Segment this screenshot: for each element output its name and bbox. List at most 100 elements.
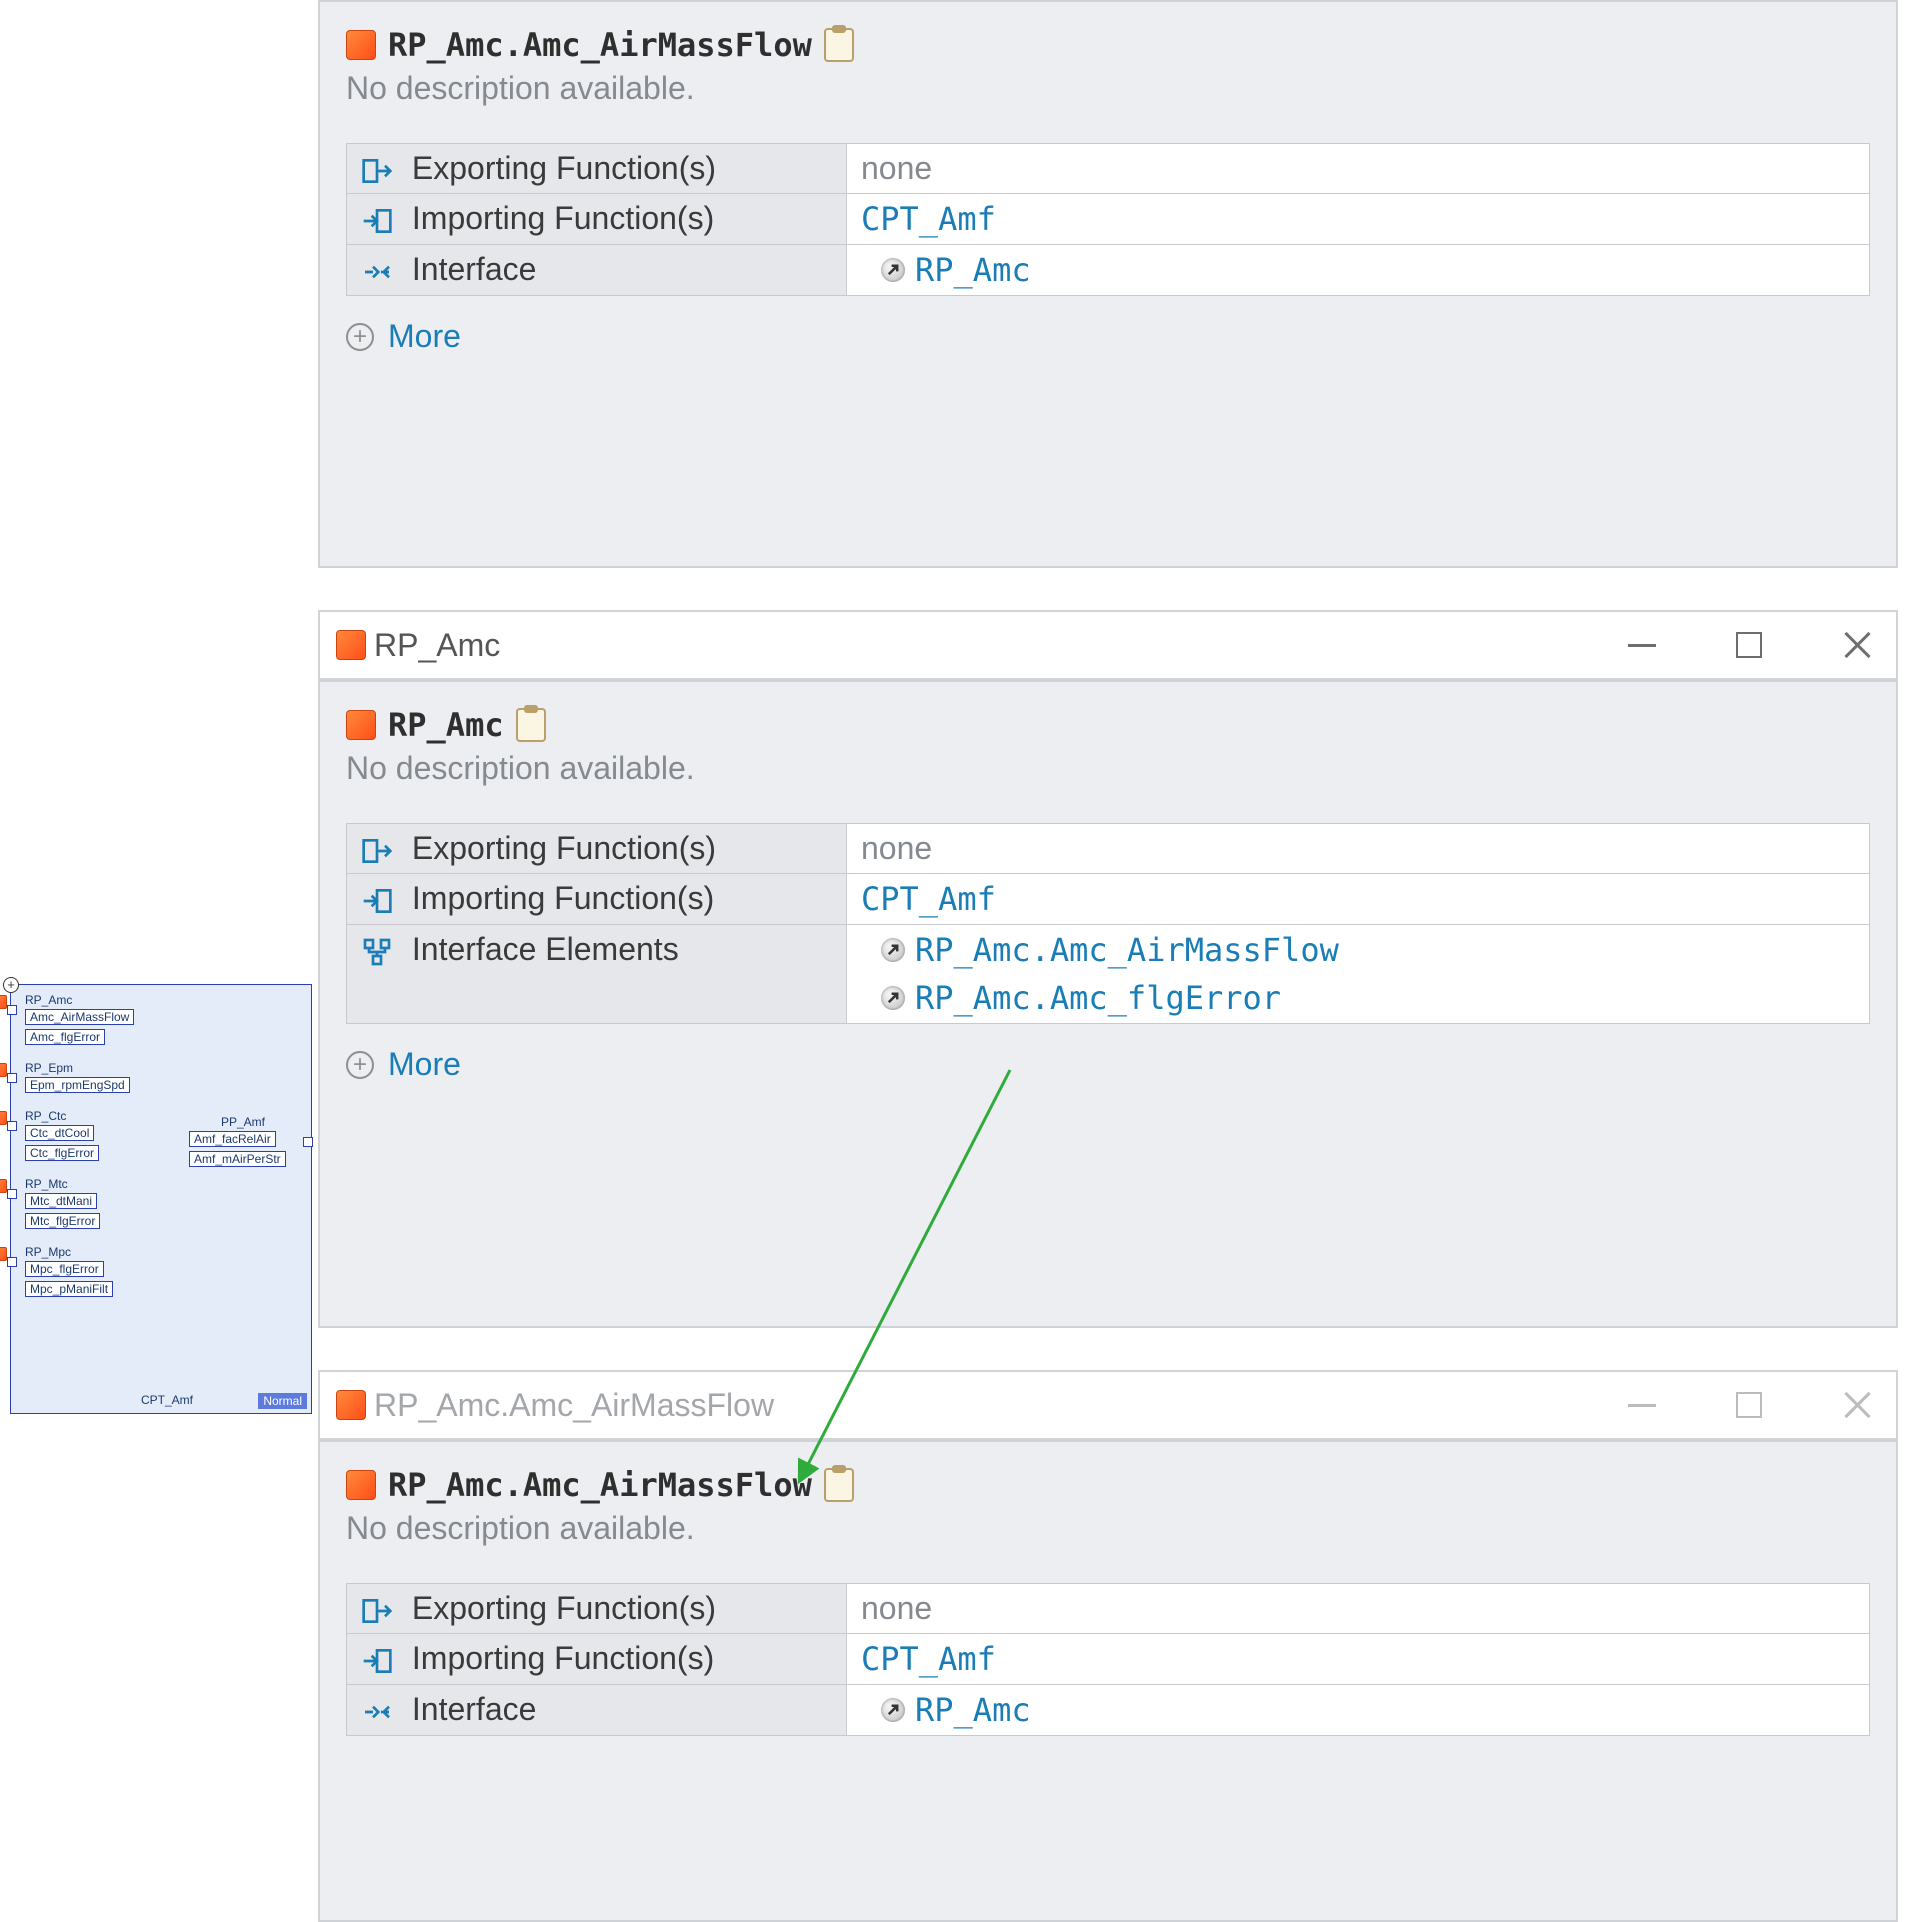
more-button[interactable]: + More	[346, 318, 1870, 355]
component-icon	[336, 1390, 366, 1420]
table-row: Exporting Function(s) none	[347, 824, 1870, 874]
diagram-item[interactable]: Mtc_dtMani	[25, 1193, 97, 1209]
table-row: Importing Function(s) CPT_Amf	[347, 874, 1870, 925]
exporting-functions-label: Exporting Function(s)	[412, 830, 716, 866]
exporting-functions-label: Exporting Function(s)	[412, 1590, 716, 1626]
import-fn-icon	[361, 207, 393, 235]
table-row: Importing Function(s) CPT_Amf	[347, 1634, 1870, 1685]
interface-element-link[interactable]: RP_Amc.Amc_AirMassFlow	[881, 931, 1855, 969]
importing-functions-label: Importing Function(s)	[412, 880, 714, 916]
no-description-text: No description available.	[346, 70, 1870, 107]
clipboard-icon[interactable]	[516, 708, 546, 742]
table-row: Exporting Function(s) none	[347, 144, 1870, 194]
diagram-group-label: RP_Amc	[25, 993, 72, 1007]
diagram-item[interactable]: Mtc_flgError	[25, 1213, 100, 1229]
diagram-group-label: RP_Epm	[25, 1061, 73, 1075]
info-table: Exporting Function(s) none Importing Fun…	[346, 823, 1870, 1024]
diagram-group-label: PP_Amf	[221, 1115, 265, 1129]
interface-elements-icon	[361, 938, 393, 966]
export-fn-icon	[361, 157, 393, 185]
close-button[interactable]	[1842, 630, 1872, 660]
minimize-button[interactable]	[1628, 1404, 1656, 1407]
diagram-group-label: RP_Mpc	[25, 1245, 71, 1259]
plus-icon: +	[346, 323, 374, 351]
interface-icon	[361, 1698, 393, 1726]
port-icon	[7, 1005, 17, 1015]
panel-title-row: RP_Amc	[346, 706, 1870, 744]
interface-link[interactable]: RP_Amc	[881, 1691, 1855, 1729]
table-row: Importing Function(s) CPT_Amf	[347, 194, 1870, 245]
plus-icon: +	[346, 1051, 374, 1079]
diagram-item[interactable]: Amf_facRelAir	[189, 1131, 276, 1147]
info-table: Exporting Function(s) none Importing Fun…	[346, 1583, 1870, 1736]
clipboard-icon[interactable]	[824, 1468, 854, 1502]
interface-label: Interface	[412, 251, 537, 287]
component-icon	[346, 1470, 376, 1500]
interface-icon	[361, 258, 393, 286]
shortcut-icon	[881, 986, 905, 1010]
port-icon	[7, 1121, 17, 1131]
panel-bottom: RP_Amc.Amc_AirMassFlow No description av…	[318, 1440, 1898, 1922]
more-button[interactable]: + More	[346, 1046, 1870, 1083]
panel-title: RP_Amc.Amc_AirMassFlow	[388, 26, 812, 64]
exporting-functions-value: none	[861, 1590, 932, 1626]
close-button[interactable]	[1842, 1390, 1872, 1420]
importing-functions-link[interactable]: CPT_Amf	[861, 200, 996, 238]
interface-elements-label: Interface Elements	[412, 931, 679, 967]
importing-functions-label: Importing Function(s)	[412, 200, 714, 236]
diagram-item[interactable]: Mpc_pManiFilt	[25, 1281, 113, 1297]
port-icon	[7, 1189, 17, 1199]
port-icon	[7, 1257, 17, 1267]
window-titlebar[interactable]: RP_Amc	[318, 610, 1898, 680]
minimize-button[interactable]	[1628, 644, 1656, 647]
importing-functions-link[interactable]: CPT_Amf	[861, 1640, 996, 1678]
info-table: Exporting Function(s) none Importing Fun…	[346, 143, 1870, 296]
window-titlebar[interactable]: RP_Amc.Amc_AirMassFlow	[318, 1370, 1898, 1440]
diagram-item[interactable]: Ctc_dtCool	[25, 1125, 94, 1141]
table-row: Interface Elements RP_Amc.Amc_AirMassFlo…	[347, 925, 1870, 1024]
component-icon	[346, 710, 376, 740]
panel-top: RP_Amc.Amc_AirMassFlow No description av…	[318, 0, 1898, 568]
diagram-item[interactable]: Ctc_flgError	[25, 1145, 99, 1161]
importing-functions-link[interactable]: CPT_Amf	[861, 880, 996, 918]
component-icon	[346, 30, 376, 60]
diagram-item[interactable]: Epm_rpmEngSpd	[25, 1077, 130, 1093]
panel-title: RP_Amc	[388, 706, 504, 744]
diagram-minimap[interactable]: + RP_Amc Amc_AirMassFlow Amc_flgError RP…	[10, 984, 312, 1414]
export-fn-icon	[361, 1597, 393, 1625]
interface-link[interactable]: RP_Amc	[881, 251, 1855, 289]
panel-title-row: RP_Amc.Amc_AirMassFlow	[346, 26, 1870, 64]
exporting-functions-label: Exporting Function(s)	[412, 150, 716, 186]
shortcut-icon	[881, 258, 905, 282]
component-icon	[0, 1111, 7, 1125]
diagram-item[interactable]: Amf_mAirPerStr	[189, 1151, 286, 1167]
no-description-text: No description available.	[346, 750, 1870, 787]
panel-middle: RP_Amc No description available. Exporti…	[318, 680, 1898, 1328]
diagram-footer-label: CPT_Amf	[141, 1393, 193, 1407]
no-description-text: No description available.	[346, 1510, 1870, 1547]
panel-title-row: RP_Amc.Amc_AirMassFlow	[346, 1466, 1870, 1504]
import-fn-icon	[361, 1647, 393, 1675]
interface-label: Interface	[412, 1691, 537, 1727]
clipboard-icon[interactable]	[824, 28, 854, 62]
port-icon	[7, 1073, 17, 1083]
diagram-item[interactable]: Mpc_flgError	[25, 1261, 104, 1277]
maximize-button[interactable]	[1736, 1392, 1762, 1418]
exporting-functions-value: none	[861, 830, 932, 866]
exporting-functions-value: none	[861, 150, 932, 186]
expand-icon[interactable]: +	[3, 977, 19, 993]
interface-element-link[interactable]: RP_Amc.Amc_flgError	[881, 979, 1855, 1017]
shortcut-icon	[881, 1698, 905, 1722]
maximize-button[interactable]	[1736, 632, 1762, 658]
component-icon	[0, 1247, 7, 1261]
diagram-item[interactable]: Amc_flgError	[25, 1029, 105, 1045]
component-icon	[336, 630, 366, 660]
diagram-group-label: RP_Ctc	[25, 1109, 66, 1123]
import-fn-icon	[361, 887, 393, 915]
table-row: Interface RP_Amc	[347, 245, 1870, 296]
importing-functions-label: Importing Function(s)	[412, 1640, 714, 1676]
diagram-item[interactable]: Amc_AirMassFlow	[25, 1009, 134, 1025]
component-icon	[0, 1179, 7, 1193]
shortcut-icon	[881, 938, 905, 962]
component-icon	[0, 1063, 7, 1077]
